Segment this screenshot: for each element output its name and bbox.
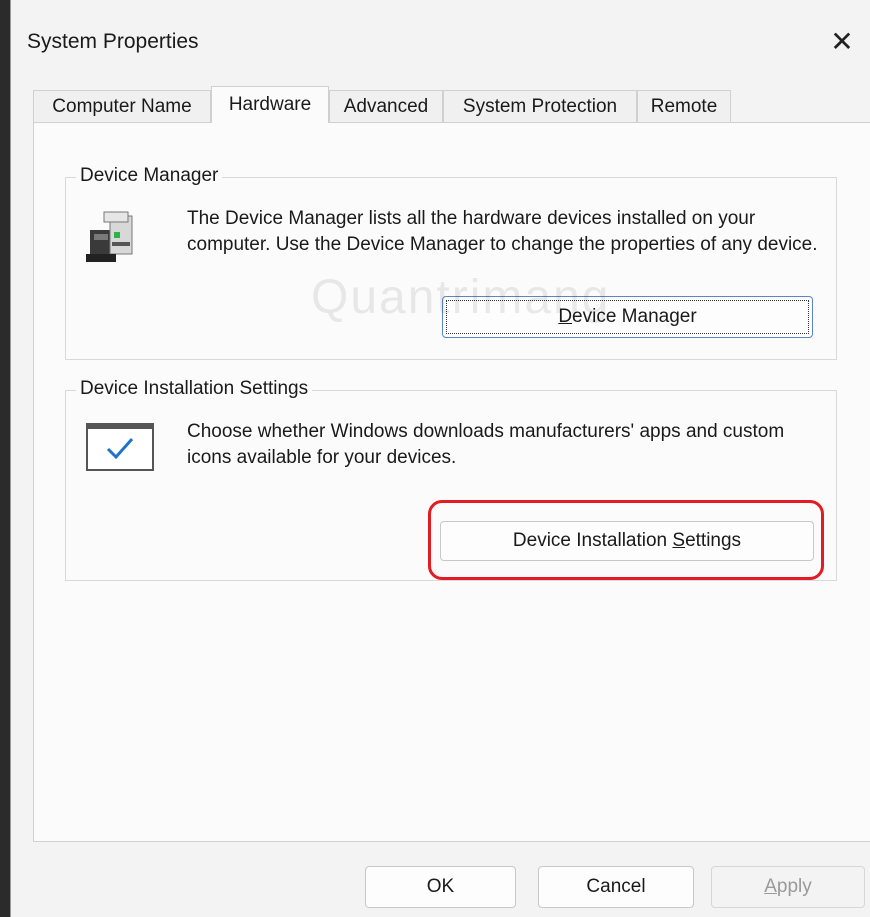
- ok-button[interactable]: OK: [365, 866, 516, 908]
- device-installation-button-label: ettings: [685, 530, 742, 551]
- device-installation-button-mnemonic: S: [672, 530, 686, 551]
- tab-hardware[interactable]: Hardware: [211, 86, 329, 123]
- device-manager-group: Device Manager The Device Manager lists …: [65, 165, 837, 360]
- device-manager-legend: Device Manager: [76, 165, 223, 187]
- cancel-button[interactable]: Cancel: [538, 866, 694, 908]
- system-properties-window: System Properties ✕ Computer Name Hardwa…: [10, 0, 870, 917]
- tab-system-protection[interactable]: System Protection: [443, 90, 637, 122]
- device-installation-group: Device Installation Settings Choose whet…: [65, 378, 837, 581]
- tab-remote[interactable]: Remote: [637, 90, 731, 122]
- device-installation-legend: Device Installation Settings: [76, 378, 313, 400]
- device-installation-settings-button[interactable]: Device Installation Settings: [440, 521, 814, 561]
- tab-computer-name[interactable]: Computer Name: [33, 90, 211, 122]
- device-manager-description: The Device Manager lists all the hardwar…: [187, 208, 818, 255]
- focus-rect: [446, 300, 809, 334]
- device-manager-icon: [84, 210, 144, 271]
- checkbox-window-icon: [86, 423, 156, 478]
- window-title: System Properties: [27, 30, 199, 53]
- close-icon[interactable]: ✕: [822, 22, 862, 62]
- hardware-panel: Device Manager The Device Manager lists …: [33, 122, 870, 842]
- apply-button[interactable]: Apply: [711, 866, 865, 908]
- tab-advanced[interactable]: Advanced: [329, 90, 443, 122]
- apply-button-mnemonic: A: [764, 876, 777, 897]
- device-manager-button[interactable]: Device Manager: [442, 296, 813, 338]
- apply-button-label: pply: [776, 876, 812, 897]
- device-installation-button-label-pre: Device Installation: [512, 530, 673, 551]
- title-bar[interactable]: System Properties ✕: [11, 0, 870, 80]
- device-installation-description: Choose whether Windows downloads manufac…: [187, 421, 785, 468]
